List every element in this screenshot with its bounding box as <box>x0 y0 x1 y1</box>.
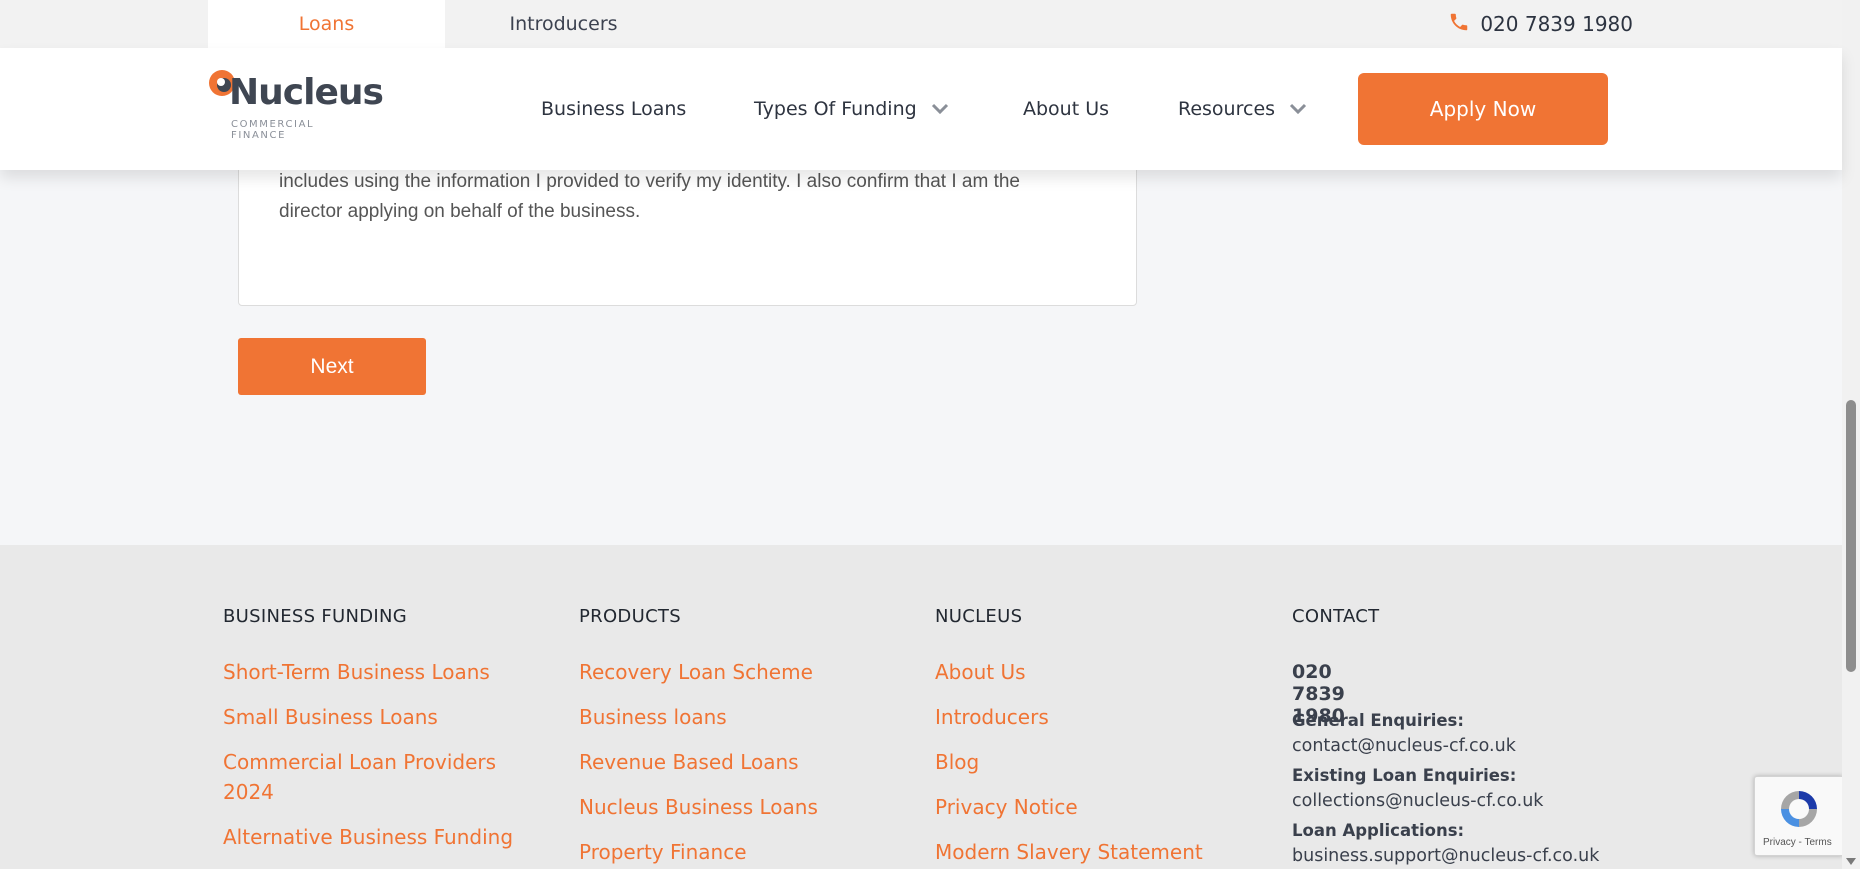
logo-name: Nucleus <box>229 72 384 113</box>
apply-now-button[interactable]: Apply Now <box>1358 73 1608 145</box>
footer-link-recovery-loan-scheme[interactable]: Recovery Loan Scheme <box>579 657 813 687</box>
nav-resources[interactable]: Resources <box>1178 48 1307 170</box>
footer-heading-nucleus: NUCLEUS <box>935 606 1023 627</box>
footer-link-introducers[interactable]: Introducers <box>935 702 1049 732</box>
footer-link-about-us[interactable]: About Us <box>935 657 1026 687</box>
recaptcha-links[interactable]: Privacy - Terms <box>1763 837 1832 848</box>
tab-loans[interactable]: Loans <box>208 0 445 48</box>
nav-types-of-funding-label: Types Of Funding <box>754 98 917 120</box>
top-phone-number: 020 7839 1980 <box>1480 12 1633 36</box>
nav-business-loans-label: Business Loans <box>541 98 687 120</box>
recaptcha-icon <box>1775 785 1823 838</box>
footer-link-revenue-based-loans[interactable]: Revenue Based Loans <box>579 747 799 777</box>
footer-link-privacy-notice[interactable]: Privacy Notice <box>935 792 1078 822</box>
consent-line-2: director applying on behalf of the busin… <box>279 201 641 222</box>
nav-about-us[interactable]: About Us <box>1023 48 1109 170</box>
footer-link-alternative-business-funding[interactable]: Alternative Business Funding <box>223 822 513 852</box>
footer-link-small-business-loans[interactable]: Small Business Loans <box>223 702 438 732</box>
footer-link-nucleus-business-loans[interactable]: Nucleus Business Loans <box>579 792 818 822</box>
chevron-down-icon <box>931 103 949 115</box>
existing-loan-enquiries-label: Existing Loan Enquiries: <box>1292 766 1517 785</box>
logo-tagline: COMMERCIAL FINANCE <box>231 119 315 141</box>
footer: BUSINESS FUNDING Short-Term Business Loa… <box>0 545 1842 869</box>
scrollbar-thumb[interactable] <box>1846 400 1856 672</box>
general-enquiries-label: General Enquiries: <box>1292 711 1464 730</box>
footer-link-commercial-loan-providers-year[interactable]: 2024 <box>223 777 274 807</box>
nav-types-of-funding[interactable]: Types Of Funding <box>754 48 949 170</box>
next-button[interactable]: Next <box>238 338 426 395</box>
footer-link-business-loans[interactable]: Business loans <box>579 702 727 732</box>
chevron-down-icon <box>1289 103 1307 115</box>
phone-icon <box>1448 11 1470 38</box>
loan-applications-label: Loan Applications: <box>1292 821 1465 840</box>
page-scrollbar[interactable] <box>1842 0 1860 869</box>
nav-resources-label: Resources <box>1178 98 1276 120</box>
footer-link-commercial-loan-providers[interactable]: Commercial Loan Providers <box>223 747 496 777</box>
tab-introducers[interactable]: Introducers <box>445 0 682 48</box>
consent-text: includes using the information I provide… <box>279 167 1089 227</box>
footer-link-blog[interactable]: Blog <box>935 747 979 777</box>
footer-link-modern-slavery-statement[interactable]: Modern Slavery Statement <box>935 837 1203 867</box>
existing-loan-enquiries-email[interactable]: collections@nucleus-cf.co.uk <box>1292 791 1543 811</box>
consent-line-1: includes using the information I provide… <box>279 171 1020 192</box>
footer-heading-contact: CONTACT <box>1292 606 1380 627</box>
general-enquiries-email[interactable]: contact@nucleus-cf.co.uk <box>1292 736 1516 756</box>
footer-heading-business-funding: BUSINESS FUNDING <box>223 606 408 627</box>
nucleus-logo[interactable]: Nucleus COMMERCIAL FINANCE <box>207 68 384 158</box>
loan-applications-email[interactable]: business.support@nucleus-cf.co.uk <box>1292 846 1599 866</box>
footer-link-property-finance[interactable]: Property Finance <box>579 837 747 867</box>
recaptcha-badge[interactable]: Privacy - Terms <box>1754 776 1843 856</box>
footer-link-short-term-business-loans[interactable]: Short-Term Business Loans <box>223 657 490 687</box>
top-phone-link[interactable]: 020 7839 1980 <box>1448 0 1633 48</box>
scroll-down-arrow-icon[interactable] <box>1846 858 1856 865</box>
nav-about-us-label: About Us <box>1023 98 1110 120</box>
nav-business-loans[interactable]: Business Loans <box>541 48 686 170</box>
footer-heading-products: PRODUCTS <box>579 606 681 627</box>
utility-bar: Loans Introducers 020 7839 1980 <box>0 0 1842 48</box>
